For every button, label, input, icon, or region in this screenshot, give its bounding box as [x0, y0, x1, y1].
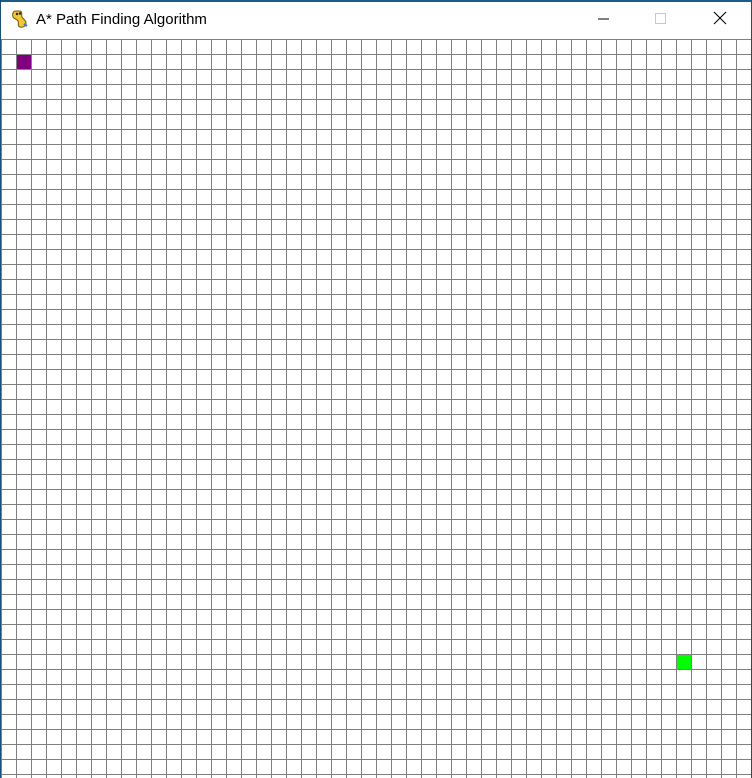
close-icon	[713, 11, 727, 30]
maximize-button[interactable]	[638, 2, 684, 39]
grid-canvas[interactable]	[1, 39, 751, 778]
app-window: A* Path Finding Algorithm	[0, 0, 752, 778]
start-node[interactable]	[16, 54, 31, 69]
end-node[interactable]	[676, 654, 691, 669]
window-title: A* Path Finding Algorithm	[36, 11, 207, 28]
pygame-snake-icon	[11, 9, 29, 29]
minimize-button[interactable]	[581, 2, 627, 39]
title-bar[interactable]: A* Path Finding Algorithm	[1, 0, 751, 39]
pathfinding-grid[interactable]	[1, 39, 751, 778]
close-button[interactable]	[697, 2, 743, 39]
maximize-icon	[655, 12, 667, 30]
minimize-icon	[598, 12, 610, 30]
